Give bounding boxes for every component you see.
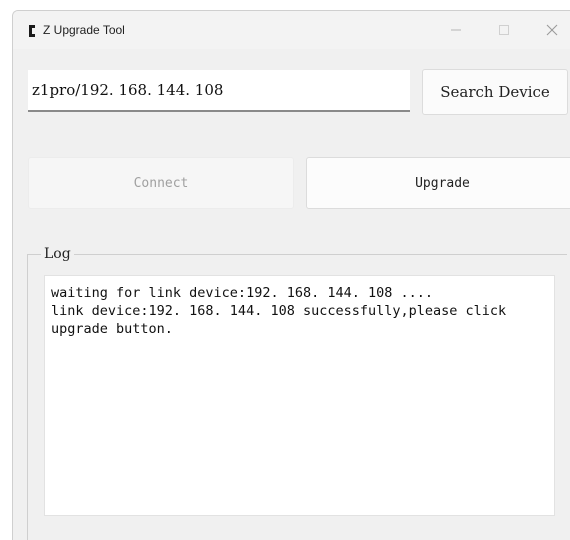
close-icon (546, 24, 558, 36)
close-button[interactable] (535, 17, 569, 43)
title-bar[interactable]: Z Upgrade Tool (13, 11, 570, 49)
device-address-input[interactable] (28, 70, 410, 112)
maximize-button[interactable] (487, 17, 521, 43)
search-device-button[interactable]: Search Device (422, 69, 568, 115)
minimize-button[interactable] (439, 17, 473, 43)
upgrade-button[interactable]: Upgrade (306, 157, 570, 209)
minimize-icon (450, 24, 462, 36)
app-logo-icon (27, 23, 37, 37)
connect-button[interactable]: Connect (28, 157, 294, 209)
maximize-icon (498, 24, 510, 36)
log-line: upgrade button. (51, 321, 173, 337)
log-line: link device:192. 168. 144. 108 successfu… (51, 303, 507, 319)
log-line: waiting for link device:192. 168. 144. 1… (51, 285, 434, 301)
app-window: Z Upgrade Tool Search Device Connect Upg… (12, 10, 570, 540)
log-textarea[interactable]: waiting for link device:192. 168. 144. 1… (44, 275, 555, 516)
log-label: Log (41, 245, 74, 263)
window-title: Z Upgrade Tool (43, 23, 125, 37)
